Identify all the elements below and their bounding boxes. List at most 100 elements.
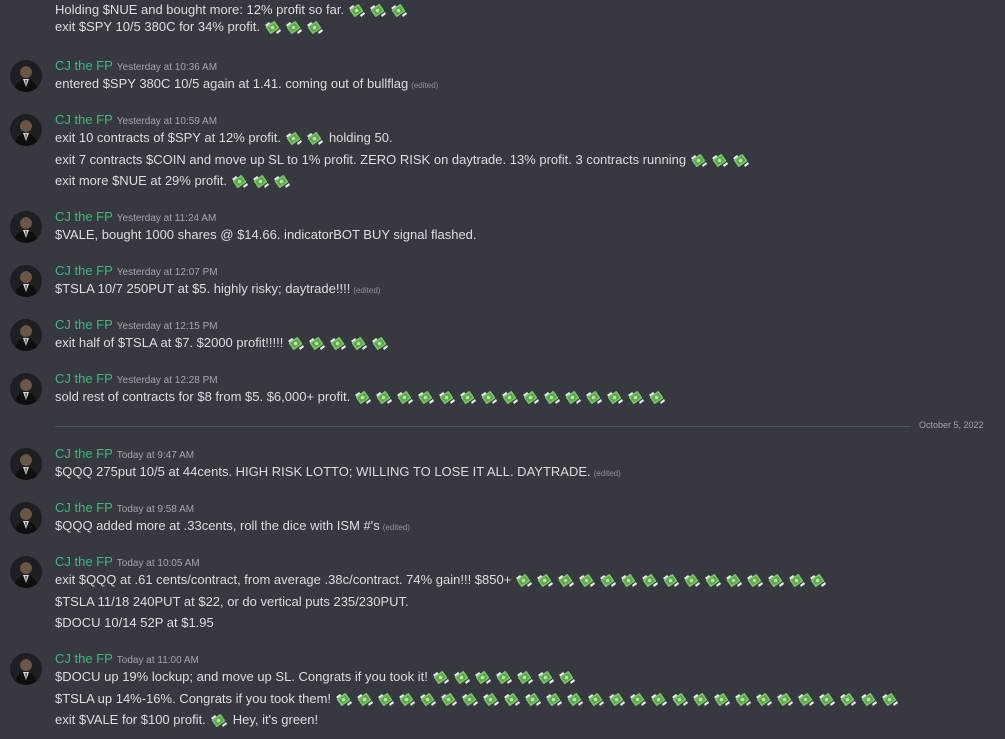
money-with-wings-icon: [536, 669, 555, 686]
money-with-wings-icon: [251, 173, 270, 190]
money-with-wings-icon: [209, 712, 228, 729]
message-line: exit half of $TSLA at $7. $2000 profit!!…: [55, 333, 391, 353]
username[interactable]: CJ the FP: [55, 317, 113, 332]
username[interactable]: CJ the FP: [55, 112, 113, 127]
money-with-wings-icon: [586, 691, 605, 708]
username[interactable]: CJ the FP: [55, 500, 113, 515]
avatar[interactable]: [10, 502, 42, 534]
money-with-wings-icon: [481, 691, 500, 708]
username[interactable]: CJ the FP: [55, 554, 113, 569]
message-text: $VALE, bought 1000 shares @ $14.66. indi…: [55, 227, 477, 242]
avatar[interactable]: [10, 653, 42, 685]
money-with-wings-icon: [670, 691, 689, 708]
money-with-wings-icon: [689, 152, 708, 169]
money-with-wings-icon: [334, 691, 353, 708]
username[interactable]: CJ the FP: [55, 651, 113, 666]
timestamp[interactable]: Today at 9:58 AM: [117, 504, 194, 515]
money-with-wings-icon: [859, 691, 878, 708]
timestamp[interactable]: Yesterday at 12:28 PM: [117, 375, 218, 386]
timestamp[interactable]: Yesterday at 12:15 PM: [117, 321, 218, 332]
timestamp[interactable]: Yesterday at 10:59 AM: [117, 116, 217, 127]
avatar[interactable]: [10, 211, 42, 243]
emoji-group: [286, 335, 391, 352]
money-with-wings-icon: [307, 335, 326, 352]
message-text: exit $QQQ at .61 cents/contract, from av…: [55, 572, 512, 587]
emoji-group: [230, 173, 293, 190]
money-with-wings-icon: [710, 152, 729, 169]
money-with-wings-icon: [647, 389, 666, 406]
username[interactable]: CJ the FP: [55, 263, 113, 278]
divider-date: October 5, 2022: [917, 420, 984, 430]
emoji-group: [431, 669, 578, 686]
money-with-wings-icon: [880, 691, 899, 708]
chat-log: Holding $NUE and bought more: 12% profit…: [0, 0, 1005, 739]
money-with-wings-icon: [431, 669, 450, 686]
message-line: sold rest of contracts for $8 from $5. $…: [55, 387, 668, 407]
edited-tag: (edited): [382, 523, 410, 532]
username[interactable]: CJ the FP: [55, 58, 113, 73]
money-with-wings-icon: [263, 19, 282, 36]
money-with-wings-icon: [724, 572, 743, 589]
message-text-after: Hey, it's green!: [232, 712, 319, 727]
message-text: $TSLA up 14%-16%. Congrats if you took t…: [55, 690, 332, 706]
message-line: $DOCU 10/14 52P at $1.95: [55, 613, 214, 633]
emoji-group: [209, 712, 230, 729]
message-header: CJ the FP Yesterday at 12:28 PM: [55, 370, 218, 388]
date-divider: October 5, 2022: [0, 420, 1005, 430]
money-with-wings-icon: [368, 2, 387, 19]
message-line: entered $SPY 380C 10/5 again at 1.41. co…: [55, 74, 438, 94]
avatar[interactable]: [10, 60, 42, 92]
money-with-wings-icon: [577, 572, 596, 589]
message-text-after: holding 50.: [328, 130, 393, 145]
money-with-wings-icon: [817, 691, 836, 708]
message-line: $TSLA 10/7 250PUT at $5. highly risky; d…: [55, 279, 380, 299]
message-text: exit 10 contracts of $SPY at 12% profit.: [55, 130, 281, 145]
money-with-wings-icon: [766, 572, 785, 589]
username[interactable]: CJ the FP: [55, 209, 113, 224]
emoji-group: [284, 130, 326, 147]
money-with-wings-icon: [682, 572, 701, 589]
avatar[interactable]: [10, 556, 42, 588]
money-with-wings-icon: [502, 691, 521, 708]
message-text: $TSLA 11/18 240PUT at $22, or do vertica…: [55, 593, 409, 609]
money-with-wings-icon: [370, 335, 389, 352]
money-with-wings-icon: [389, 2, 408, 19]
username[interactable]: CJ the FP: [55, 446, 113, 461]
avatar[interactable]: [10, 319, 42, 351]
username[interactable]: CJ the FP: [55, 371, 113, 386]
timestamp[interactable]: Yesterday at 11:24 AM: [117, 213, 217, 224]
message-header: CJ the FP Yesterday at 12:15 PM: [55, 316, 218, 334]
emoji-group: [353, 389, 668, 406]
money-with-wings-icon: [460, 691, 479, 708]
message-line: exit $QQQ at .61 cents/contract, from av…: [55, 570, 829, 590]
money-with-wings-icon: [542, 389, 561, 406]
avatar[interactable]: [10, 265, 42, 297]
avatar[interactable]: [10, 114, 42, 146]
money-with-wings-icon: [691, 691, 710, 708]
timestamp[interactable]: Today at 10:05 AM: [117, 558, 200, 569]
money-with-wings-icon: [514, 572, 533, 589]
money-with-wings-icon: [349, 335, 368, 352]
money-with-wings-icon: [565, 691, 584, 708]
message-line: exit $SPY 10/5 380C for 34% profit.: [55, 17, 326, 37]
money-with-wings-icon: [649, 691, 668, 708]
message-text: entered $SPY 380C 10/5 again at 1.41. co…: [55, 76, 409, 91]
money-with-wings-icon: [416, 389, 435, 406]
money-with-wings-icon: [557, 669, 576, 686]
timestamp[interactable]: Today at 9:47 AM: [117, 450, 194, 461]
money-with-wings-icon: [473, 669, 492, 686]
money-with-wings-icon: [598, 572, 617, 589]
message-line: $TSLA 11/18 240PUT at $22, or do vertica…: [55, 592, 409, 612]
message-line: exit 10 contracts of $SPY at 12% profit.…: [55, 128, 393, 148]
money-with-wings-icon: [619, 572, 638, 589]
avatar[interactable]: [10, 373, 42, 405]
timestamp[interactable]: Yesterday at 10:36 AM: [117, 62, 217, 73]
avatar[interactable]: [10, 448, 42, 480]
timestamp[interactable]: Today at 11:00 AM: [117, 655, 199, 666]
message-text: exit $SPY 10/5 380C for 34% profit.: [55, 19, 260, 34]
emoji-group: [689, 152, 752, 169]
message-text: $QQQ 275put 10/5 at 44cents. HIGH RISK L…: [55, 464, 591, 479]
message-line: exit 7 contracts $COIN and move up SL to…: [55, 150, 752, 170]
emoji-group: [334, 691, 901, 708]
timestamp[interactable]: Yesterday at 12:07 PM: [117, 267, 218, 278]
